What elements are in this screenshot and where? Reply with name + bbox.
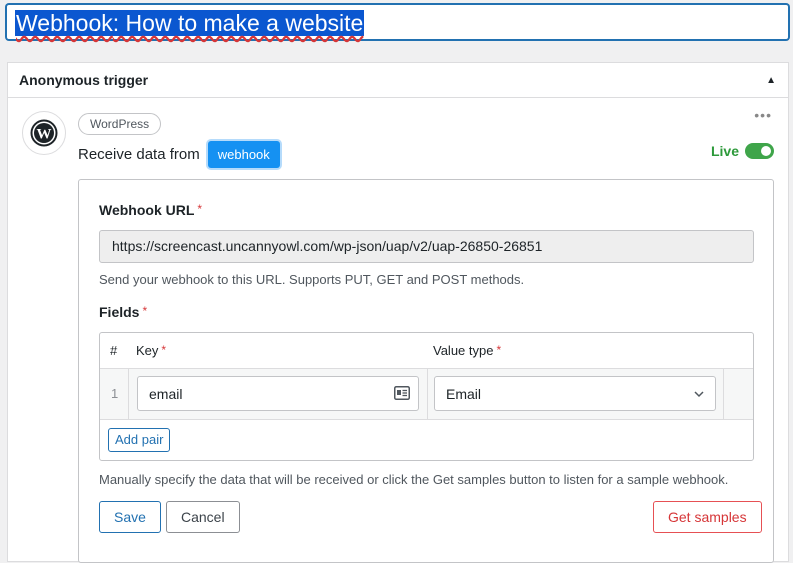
- required-mark: *: [161, 343, 167, 357]
- title-rest: : How to make a website: [112, 10, 364, 36]
- collapse-caret-icon[interactable]: ▲: [766, 75, 776, 86]
- cancel-button[interactable]: Cancel: [166, 501, 240, 533]
- webhook-url-field[interactable]: https://screencast.uncannyowl.com/wp-jso…: [99, 230, 754, 263]
- value-type-value: Email: [446, 386, 482, 402]
- wordpress-logo-icon: W: [22, 111, 66, 155]
- row-number: 1: [111, 386, 119, 401]
- fields-label: Fields *: [99, 304, 147, 320]
- token-picker-icon[interactable]: [394, 386, 410, 403]
- live-label: Live: [710, 143, 739, 159]
- required-mark: *: [496, 343, 502, 357]
- more-options-icon[interactable]: •••: [754, 107, 772, 123]
- webhook-url-label-text: Webhook URL: [99, 202, 195, 218]
- fields-label-text: Fields: [99, 304, 140, 320]
- cell-divider: [128, 368, 129, 420]
- svg-text:W: W: [37, 127, 52, 143]
- col-value-type-header: Value type *: [433, 343, 501, 358]
- cell-divider: [427, 368, 428, 420]
- integration-tag: WordPress: [78, 113, 162, 135]
- chevron-down-icon: [693, 387, 705, 403]
- webhook-url-label: Webhook URL *: [99, 202, 202, 218]
- trigger-form: Webhook URL * https://screencast.uncannyo…: [78, 179, 774, 563]
- value-type-select[interactable]: Email: [434, 376, 716, 411]
- required-mark: *: [142, 304, 148, 318]
- key-input[interactable]: email: [137, 376, 419, 411]
- sentence-prefix: Receive data from: [78, 146, 200, 163]
- col-key-label: Key: [136, 343, 159, 358]
- recipe-title-input[interactable]: Webhook: How to make a website: [6, 4, 789, 40]
- required-mark: *: [197, 202, 203, 216]
- add-pair-button[interactable]: Add pair: [108, 428, 171, 452]
- panel-header[interactable]: Anonymous trigger ▲: [8, 63, 788, 98]
- key-value: email: [149, 386, 183, 402]
- webhook-url-help: Send your webhook to this URL. Supports …: [99, 272, 525, 287]
- cell-divider: [723, 368, 724, 420]
- trigger-panel: Anonymous trigger ▲ W ••• WordPress Rece…: [7, 62, 789, 563]
- col-num-header: #: [110, 343, 118, 358]
- trigger-sentence: Receive data from webhook: [78, 141, 280, 168]
- fields-table: # Key * Value type * 1 email Email Add p…: [99, 332, 754, 461]
- panel-title: Anonymous trigger: [19, 72, 149, 88]
- title-selected-text: Webhook: How to make a website: [15, 10, 365, 36]
- get-samples-button[interactable]: Get samples: [653, 501, 762, 533]
- fields-help: Manually specify the data that will be r…: [99, 472, 729, 487]
- live-status: Live: [711, 143, 774, 159]
- webhook-token[interactable]: webhook: [207, 141, 280, 168]
- save-button[interactable]: Save: [99, 501, 161, 533]
- col-key-header: Key *: [136, 343, 166, 358]
- live-toggle[interactable]: [745, 143, 774, 159]
- title-underlined-word: Webhook: [16, 10, 113, 36]
- col-value-type-label: Value type: [433, 343, 494, 358]
